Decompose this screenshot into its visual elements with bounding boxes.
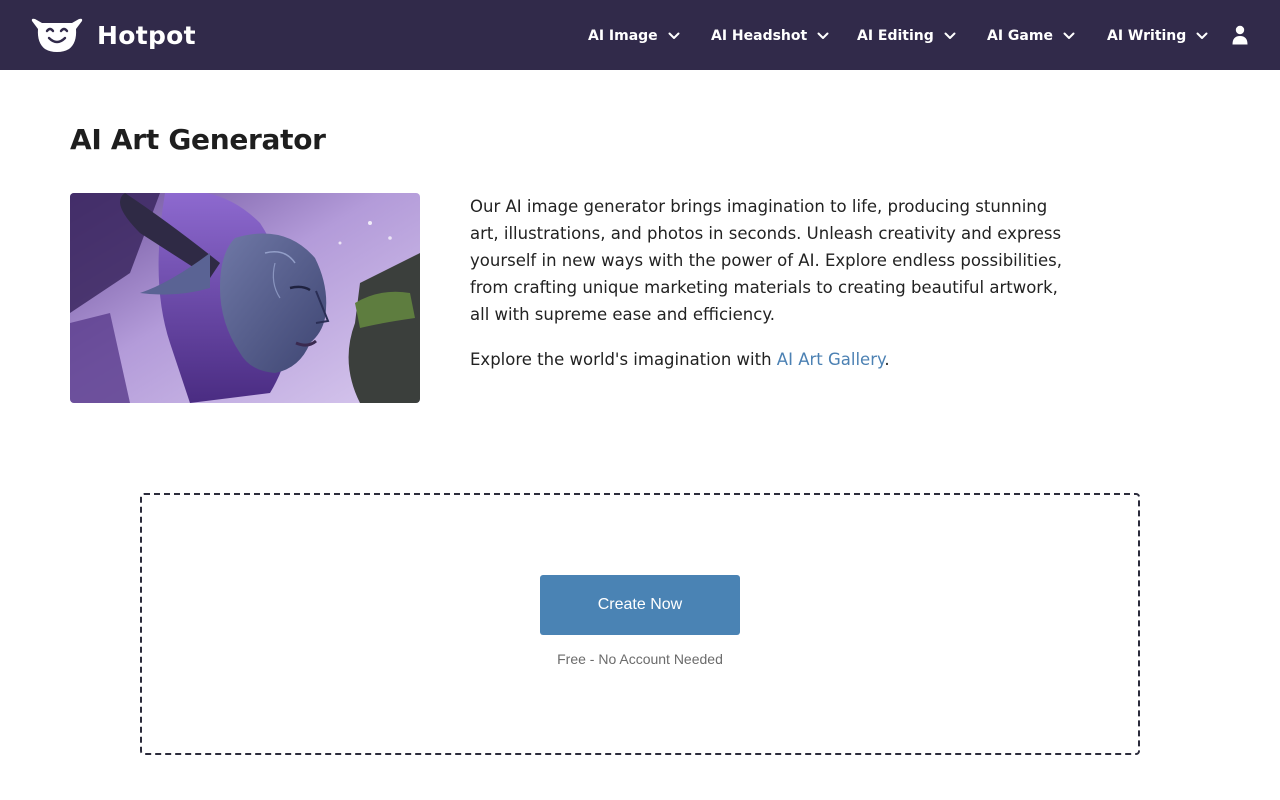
chevron-down-icon (1196, 32, 1208, 39)
chevron-down-icon (668, 32, 680, 39)
nav-label: AI Writing (1107, 28, 1187, 44)
create-now-button[interactable]: Create Now (540, 575, 740, 635)
intro-text: Our AI image generator brings imaginatio… (470, 193, 1070, 373)
nav-ai-game[interactable]: AI Game (987, 24, 1075, 48)
top-navigation-bar: Hotpot AI Image AI Headshot AI Editing A… (0, 0, 1280, 70)
nav-ai-headshot[interactable]: AI Headshot (711, 24, 829, 48)
nav-label: AI Game (987, 28, 1053, 44)
gallery-paragraph: Explore the world's imagination with AI … (470, 346, 1070, 373)
elf-illustration (70, 193, 420, 403)
brand-name: Hotpot (97, 20, 196, 50)
hero-image (70, 193, 420, 403)
chevron-down-icon (817, 32, 829, 39)
description-paragraph: Our AI image generator brings imaginatio… (470, 197, 1062, 324)
brand-logo-link[interactable]: Hotpot (30, 17, 196, 53)
create-panel: Create Now Free - No Account Needed (140, 493, 1140, 755)
gallery-prefix: Explore the world's imagination with (470, 350, 777, 369)
page-title: AI Art Generator (70, 123, 326, 156)
nav-label: AI Image (588, 28, 658, 44)
smiling-pot-icon (31, 18, 83, 52)
gallery-suffix: . (884, 350, 890, 369)
nav-ai-writing[interactable]: AI Writing (1107, 24, 1208, 48)
nav-label: AI Editing (857, 28, 934, 44)
ai-art-gallery-link[interactable]: AI Art Gallery (777, 350, 885, 369)
nav-label: AI Headshot (711, 28, 808, 44)
chevron-down-icon (1063, 32, 1075, 39)
chevron-down-icon (944, 32, 956, 39)
nav-ai-editing[interactable]: AI Editing (857, 24, 956, 48)
user-icon[interactable] (1232, 25, 1248, 45)
free-note: Free - No Account Needed (557, 651, 723, 667)
nav-ai-image[interactable]: AI Image (588, 24, 680, 48)
